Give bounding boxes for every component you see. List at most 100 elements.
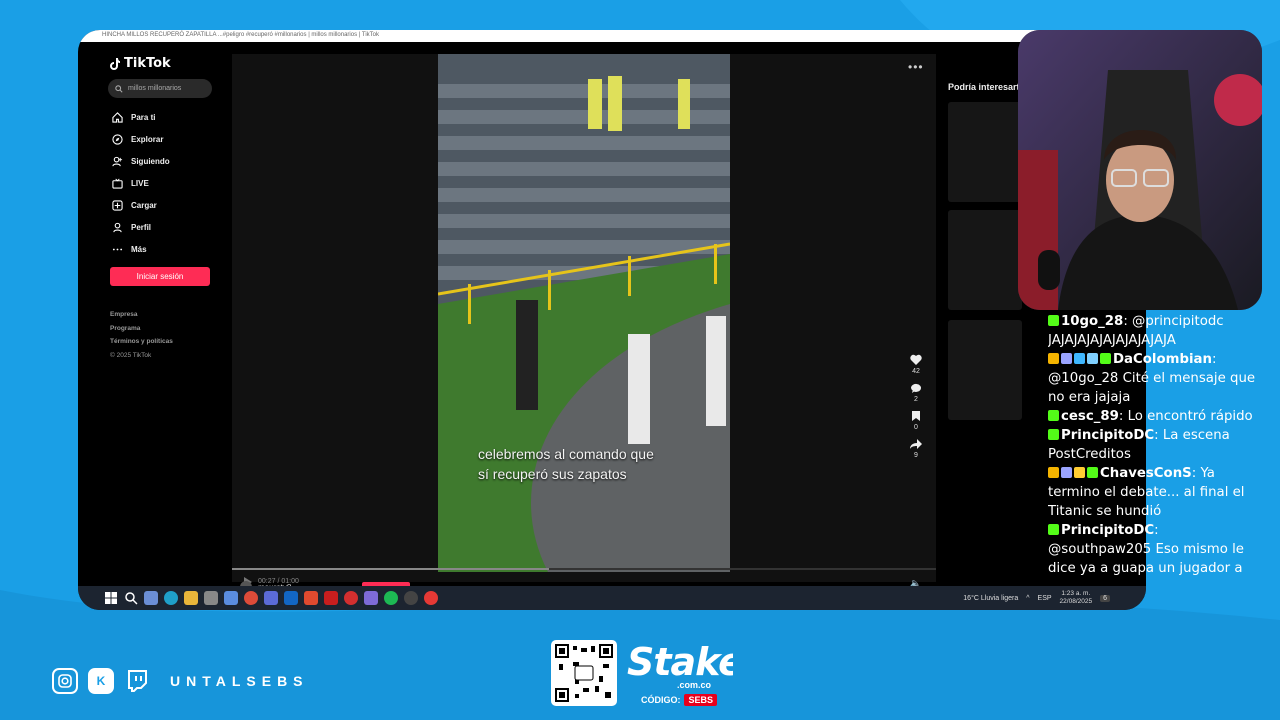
progress-fill (232, 568, 549, 570)
search-icon[interactable] (124, 591, 138, 605)
recorder-icon[interactable] (344, 591, 358, 605)
kick-badge-icon (1048, 315, 1059, 326)
sidebar-item-explorar[interactable]: Explorar (112, 128, 220, 150)
sidebar-item-label: LIVE (131, 178, 149, 188)
chat-separator: : (1123, 314, 1133, 329)
clock-date: 22/08/2025 (1059, 598, 1093, 605)
windows-taskbar: 16°C Lluvia ligera ^ ESP 1:23 a. m. 22/0… (78, 586, 1146, 610)
sidebar-item-label: Explorar (131, 134, 164, 144)
tiktok-logo[interactable]: TikTok (110, 56, 220, 71)
comment-icon (910, 383, 921, 393)
chat-username[interactable]: PrincipitoDC (1061, 523, 1154, 538)
sidebar-item-mas[interactable]: Más (112, 238, 220, 260)
footer-link-terminos[interactable]: Términos y políticas (110, 335, 220, 349)
sidebar-item-live[interactable]: LIVE (112, 172, 220, 194)
like-button[interactable]: 42 (902, 354, 930, 375)
chat-username[interactable]: cesc_89 (1061, 409, 1119, 424)
streamer-webcam-image (1018, 30, 1262, 310)
sidebar-item-cargar[interactable]: Cargar (112, 194, 220, 216)
news-app-icon[interactable] (324, 591, 338, 605)
tray-chevron-icon[interactable]: ^ (1026, 595, 1029, 602)
sidebar-item-siguiendo[interactable]: Siguiendo (112, 150, 220, 172)
widgets-icon[interactable] (144, 591, 158, 605)
video-caption: celebremos al comando que sí recuperó su… (478, 444, 654, 484)
footer-link-programa[interactable]: Programa (110, 322, 220, 336)
promo-code-row: CÓDIGO: SEBS (641, 694, 717, 706)
comment-count: 2 (914, 396, 918, 403)
folder-icon[interactable] (184, 591, 198, 605)
login-button[interactable]: Iniciar sesión (110, 267, 210, 286)
share-count: 9 (914, 452, 918, 459)
chat-separator: : (1154, 523, 1159, 538)
language-indicator[interactable]: ESP (1038, 595, 1052, 602)
chat-text: Lo encontró rápido (1127, 409, 1253, 424)
share-button[interactable]: 9 (902, 438, 930, 459)
spotify-icon[interactable] (384, 591, 398, 605)
recommend-card[interactable] (948, 102, 1022, 202)
weather-widget[interactable]: 16°C Lluvia ligera (963, 595, 1018, 602)
save-count: 0 (914, 424, 918, 431)
svg-text:Stake: Stake (627, 640, 733, 682)
app-icon[interactable] (264, 591, 278, 605)
crown-badge-icon (1074, 467, 1085, 478)
share-icon (910, 439, 922, 449)
chat-separator: : (1211, 352, 1217, 367)
sponsor-banner: Stake .com.co CÓDIGO: SEBS (551, 640, 733, 706)
discord-icon[interactable] (364, 591, 378, 605)
progress-bar[interactable] (232, 568, 936, 570)
recommend-card[interactable] (948, 320, 1022, 420)
stake-logo: Stake (627, 640, 733, 682)
sidebar-nav: Para ti Explorar Siguiendo LIVE Cargar P… (112, 106, 220, 260)
stream-app-icon[interactable] (424, 591, 438, 605)
comment-button[interactable]: 2 (902, 382, 930, 403)
sidebar-item-perfil[interactable]: Perfil (112, 216, 220, 238)
webcam-overlay (1018, 30, 1262, 310)
kick-badge-icon (1048, 429, 1059, 440)
sidebar-item-label: Cargar (131, 200, 157, 210)
outlook-icon[interactable] (284, 591, 298, 605)
system-tray: 16°C Lluvia ligera ^ ESP 1:23 a. m. 22/0… (963, 590, 1110, 606)
chat-username[interactable]: ChavesConS (1100, 466, 1192, 481)
edge-icon[interactable] (164, 591, 178, 605)
sidebar-footer: Empresa Programa Términos y políticas © … (110, 308, 220, 362)
chat-message: 10go_28: @principitodc JAJAJAJAJAJAJAJAJ… (1048, 312, 1260, 350)
recommend-title: Podría interesarte (948, 82, 1025, 92)
chrome-icon[interactable] (244, 591, 258, 605)
more-options-icon[interactable]: ••• (908, 60, 924, 74)
stake-logo-block: Stake .com.co CÓDIGO: SEBS (625, 640, 733, 706)
upload-icon (112, 199, 123, 211)
footer-link-empresa[interactable]: Empresa (110, 308, 220, 322)
chat-username[interactable]: 10go_28 (1061, 314, 1123, 329)
save-button[interactable]: 0 (902, 410, 930, 431)
windows-start-icon[interactable] (104, 591, 118, 605)
sidebar-item-para-ti[interactable]: Para ti (112, 106, 220, 128)
notification-badge[interactable]: 6 (1100, 594, 1110, 602)
search-input[interactable]: millos millonarios (108, 79, 212, 98)
profile-icon (113, 222, 122, 232)
store-icon[interactable] (204, 591, 218, 605)
gold-badge-icon (1048, 353, 1059, 364)
channel-handle: UNTALSEBS (170, 673, 309, 689)
sidebar-item-label: Siguiendo (131, 156, 170, 166)
sub-badge-icon (1061, 467, 1072, 478)
video-player[interactable]: celebremos al comando que sí recuperó su… (232, 54, 936, 588)
copilot-icon[interactable] (224, 591, 238, 605)
brave-icon[interactable] (304, 591, 318, 605)
qr-code (551, 640, 617, 706)
recommend-card[interactable] (948, 210, 1022, 310)
tiktok-sidebar: TikTok millos millonarios Para ti Explor… (100, 52, 220, 592)
more-icon (112, 248, 123, 250)
kick-badge-icon (1100, 353, 1111, 364)
clock-time: 1:23 a. m. (1061, 590, 1091, 597)
video-frame[interactable]: celebremos al comando que sí recuperó su… (438, 54, 730, 572)
clock[interactable]: 1:23 a. m. 22/08/2025 (1060, 590, 1093, 606)
gold-badge-icon (1048, 467, 1059, 478)
chat-username[interactable]: PrincipitoDC (1061, 428, 1154, 443)
instagram-icon (52, 668, 78, 694)
stream-chat: 10go_28: @principitodc JAJAJAJAJAJAJAJAJ… (1048, 312, 1260, 590)
obs-icon[interactable] (404, 591, 418, 605)
sidebar-item-label: Más (131, 244, 147, 254)
live-icon (112, 178, 123, 189)
chat-username[interactable]: DaColombian (1113, 352, 1212, 367)
tiktok-logo-text: TikTok (124, 56, 171, 71)
